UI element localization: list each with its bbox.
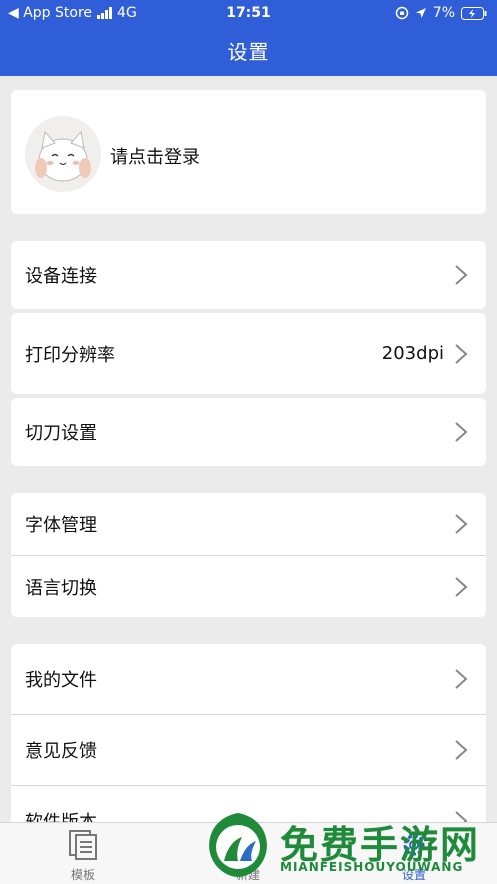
row-label: 打印分辨率 bbox=[25, 344, 115, 366]
settings-row-language[interactable]: 语言切换 bbox=[11, 556, 486, 617]
chevron-right-icon bbox=[455, 514, 468, 534]
chevron-right-icon bbox=[455, 576, 468, 597]
settings-row-my-files[interactable]: 我的文件 bbox=[11, 644, 486, 714]
app-header: ◀ App Store 4G 17:51 7% 设置 bbox=[0, 0, 497, 76]
battery-percent: 7% bbox=[432, 5, 455, 21]
chevron-right-icon bbox=[455, 265, 468, 285]
chevron-right-icon bbox=[455, 740, 468, 760]
print-resolution-card: 打印分辨率 203dpi bbox=[11, 313, 486, 394]
row-label: 意见反馈 bbox=[25, 741, 97, 762]
cat-avatar-icon bbox=[35, 130, 91, 182]
settings-row-device-connect[interactable]: 设备连接 bbox=[11, 241, 486, 309]
chevron-right-icon bbox=[455, 669, 468, 689]
login-prompt[interactable]: 请点击登录 bbox=[110, 143, 200, 169]
site-watermark: 免费手游网 MIANFEISHOUYOUWANG bbox=[198, 806, 497, 883]
cutter-settings-card: 切刀设置 bbox=[11, 398, 486, 466]
tab-templates[interactable]: 模板 bbox=[43, 829, 123, 883]
settings-row-font-manage[interactable]: 字体管理 bbox=[11, 493, 486, 555]
page-title: 设置 bbox=[227, 40, 270, 64]
orientation-lock-icon bbox=[395, 6, 409, 20]
document-icon bbox=[69, 830, 97, 860]
row-label: 我的文件 bbox=[25, 670, 97, 691]
settings-row-feedback[interactable]: 意见反馈 bbox=[11, 715, 486, 785]
device-connect-card: 设备连接 bbox=[11, 241, 486, 309]
resolution-value: 203dpi bbox=[381, 343, 444, 364]
chevron-right-icon bbox=[455, 343, 468, 364]
watermark-logo-icon bbox=[209, 813, 267, 877]
avatar[interactable] bbox=[25, 116, 101, 192]
settings-row-cutter[interactable]: 切刀设置 bbox=[11, 398, 486, 466]
row-label: 设备连接 bbox=[25, 266, 97, 287]
watermark-domain: MIANFEISHOUYOUWANG bbox=[280, 860, 464, 874]
settings-row-print-resolution[interactable]: 打印分辨率 203dpi bbox=[11, 313, 486, 394]
font-language-card: 字体管理 语言切换 bbox=[11, 493, 486, 617]
status-bar: ◀ App Store 4G 17:51 7% bbox=[0, 0, 497, 26]
chevron-right-icon bbox=[455, 422, 468, 442]
row-label: 语言切换 bbox=[25, 577, 97, 599]
row-label: 字体管理 bbox=[25, 515, 97, 536]
battery-icon bbox=[461, 6, 487, 20]
row-label: 切刀设置 bbox=[25, 423, 97, 444]
location-icon bbox=[415, 8, 426, 18]
profile-card[interactable]: 请点击登录 bbox=[11, 90, 486, 214]
tab-label: 模板 bbox=[70, 868, 95, 882]
